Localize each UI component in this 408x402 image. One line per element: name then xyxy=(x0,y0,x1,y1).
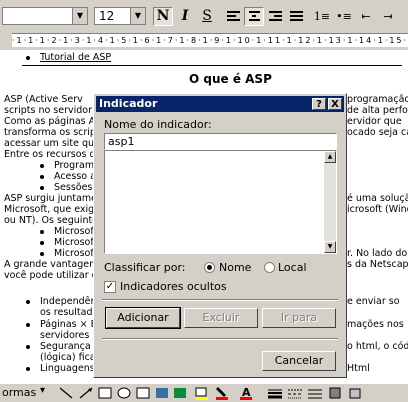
paragraph-line: é uma soluçã xyxy=(347,193,408,204)
dialog-title: Indicador xyxy=(99,97,158,110)
paragraph-line: scripts no servidor, q xyxy=(4,105,105,116)
decrease-indent-icon[interactable]: ⇤ xyxy=(356,7,376,26)
paragraph-line: ASP surgiu juntamer xyxy=(4,193,101,204)
paragraph-line: ocado seja cap xyxy=(347,127,408,138)
paragraph-line: Html xyxy=(347,363,370,374)
align-right-icon[interactable] xyxy=(265,7,285,26)
cancel-button[interactable]: Cancelar xyxy=(262,351,336,371)
paragraph-line: (lógica) fica xyxy=(40,352,96,363)
line-color-swatch xyxy=(216,397,228,400)
bold-button[interactable]: N xyxy=(153,7,173,26)
drawing-toolbar: ormas ▾ A xyxy=(0,383,408,402)
increase-indent-icon[interactable]: ⇥ xyxy=(378,7,398,26)
delete-button[interactable]: Excluir xyxy=(184,308,258,328)
underline-button[interactable]: S xyxy=(197,7,217,26)
sort-option-name[interactable]: Nome xyxy=(219,261,251,274)
font-color-swatch xyxy=(240,397,252,400)
help-button[interactable]: ? xyxy=(312,98,326,110)
paragraph-line: Como as páginas AS xyxy=(4,116,102,127)
paragraph-line: icrosoft (Windo xyxy=(347,204,408,215)
name-label: Nome do indicador: xyxy=(104,118,212,131)
scroll-down-icon[interactable]: ▼ xyxy=(324,241,336,253)
line-color-icon xyxy=(216,387,226,397)
paragraph-line: r. No lado do c xyxy=(347,248,408,259)
paragraph-line: de alta perform xyxy=(347,105,408,116)
chevron-down-icon[interactable]: ▾ xyxy=(40,385,45,396)
paragraph-line: ASP (Active Serv xyxy=(4,94,83,105)
add-button[interactable]: Adicionar xyxy=(105,307,181,329)
font-size-combo[interactable]: 12 ▼ xyxy=(94,7,146,25)
textbox-tool-icon xyxy=(136,387,150,399)
sort-option-location[interactable]: Local xyxy=(278,261,307,274)
scroll-up-icon[interactable]: ▲ xyxy=(324,151,336,163)
paragraph-line: você pode utilizar qu xyxy=(4,270,104,281)
hidden-bookmarks-label[interactable]: Indicadores ocultos xyxy=(120,280,227,293)
3d-icon xyxy=(349,388,361,399)
align-center-icon[interactable] xyxy=(244,7,264,26)
fill-color-swatch xyxy=(196,397,208,400)
paragraph-line: transforma os scripts xyxy=(4,127,105,138)
drawing-tools: A xyxy=(59,386,361,400)
link-tutorial-asp[interactable]: Tutorial de ASP xyxy=(40,52,111,63)
autoshapes-label[interactable]: ormas xyxy=(2,386,36,399)
chevron-down-icon[interactable]: ▼ xyxy=(130,8,145,24)
sort-by-location-radio[interactable] xyxy=(264,262,275,273)
paragraph-line: ou NT). Os seguintes xyxy=(4,215,103,226)
bookmark-dialog: Indicador ? X Nome do indicador: ▲ ▼ Cla… xyxy=(93,93,347,378)
paragraph-line: s da Netscape xyxy=(347,259,408,270)
page-title: O que é ASP xyxy=(189,72,272,86)
paragraph-line: A grande vantagem, xyxy=(4,259,102,270)
italic-button[interactable]: I xyxy=(175,7,195,26)
bullet-list-icon[interactable]: •≡ xyxy=(334,7,354,26)
goto-button[interactable]: Ir para xyxy=(262,308,336,328)
paragraph-line: servidores S xyxy=(40,330,99,341)
paragraph-line: programação p xyxy=(347,94,408,105)
paragraph-line: ervidor que xyxy=(347,116,402,127)
align-left-icon[interactable] xyxy=(223,7,243,26)
bookmark-name-input[interactable] xyxy=(104,133,337,150)
font-size-value: 12 xyxy=(99,9,115,23)
sort-label: Classificar por: xyxy=(104,261,186,274)
ruler-scale: ·1·1·1·2·1·3·1·4·1·5·1·6·1·7·1·8·1·9·1·1… xyxy=(12,33,408,47)
rectangle-tool-icon xyxy=(98,387,112,399)
clipart-tool-icon xyxy=(174,388,186,398)
divider xyxy=(22,65,402,66)
scrollbar[interactable]: ▲ ▼ xyxy=(324,151,336,253)
numbered-list-icon[interactable]: 1≡ xyxy=(312,7,332,26)
paragraph-line: mações nos xyxy=(347,319,404,330)
paragraph-line: Entre os recursos qu xyxy=(4,149,102,160)
paragraph-line: Microsoft, que exige xyxy=(4,204,101,215)
paragraph-line: o html, o códig xyxy=(347,341,408,352)
divider xyxy=(102,299,338,301)
chevron-down-icon[interactable]: ▼ xyxy=(72,8,87,24)
divider xyxy=(102,338,338,340)
wordart-tool-icon xyxy=(156,388,168,398)
list-item: Linguagens xyxy=(26,363,95,374)
list-item: Segurança xyxy=(26,341,91,352)
line-tool-icon xyxy=(59,387,73,399)
bookmark-list[interactable]: ▲ ▼ xyxy=(104,150,337,254)
sort-by-name-radio[interactable] xyxy=(204,262,215,273)
paragraph-line: os resultado xyxy=(40,307,99,318)
paragraph-line: e enviar so xyxy=(347,296,400,307)
hidden-bookmarks-checkbox[interactable]: ✓ xyxy=(104,281,116,293)
fill-color-icon xyxy=(195,387,207,397)
list-item: Independên xyxy=(26,296,97,307)
dialog-titlebar[interactable]: Indicador ? X xyxy=(96,96,344,112)
justify-icon[interactable] xyxy=(286,7,306,26)
font-name-combo[interactable]: ▼ xyxy=(2,7,88,25)
paragraph-line: acessar um site que xyxy=(4,138,100,149)
oval-tool-icon xyxy=(117,387,131,399)
list-item: Páginas × B xyxy=(25,319,98,330)
close-button[interactable]: X xyxy=(328,98,342,110)
list-item: Tutorial de ASP xyxy=(25,52,111,63)
shadow-icon xyxy=(329,387,341,399)
ruler[interactable]: ·1·1·1·2·1·3·1·4·1·5·1·6·1·7·1·8·1·9·1·1… xyxy=(0,30,408,50)
